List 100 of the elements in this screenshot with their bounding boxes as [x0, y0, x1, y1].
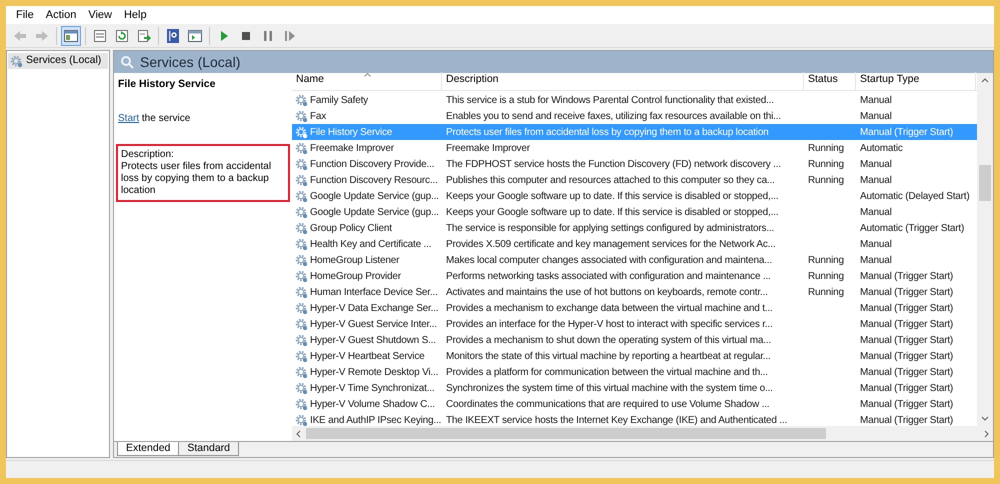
table-cell-text: Automatic (Delayed Start): [859, 190, 970, 204]
gear-icon: [295, 142, 308, 154]
table-row[interactable]: Google Update Service (gup... Keeps your Google software up to date. If this service is disabled or stopped,... Manual: [292, 204, 977, 220]
console-tree-button[interactable]: [61, 26, 81, 46]
table-cell-text: Manual (Trigger Start): [859, 334, 954, 348]
gear-icon: [295, 254, 308, 266]
table-row[interactable]: Google Update Service (gup... Keeps your Google software up to date. If this service is disabled or stopped,... Automatic (Delayed Start): [292, 188, 977, 204]
table-cell: Running: [808, 254, 844, 266]
gear-icon: [295, 94, 308, 106]
service-name: Group Policy Client: [310, 222, 392, 236]
horizontal-scrollbar[interactable]: [292, 426, 993, 441]
service-name: Health Key and Certificate ...: [310, 238, 432, 252]
gear-icon: [295, 286, 308, 298]
table-row[interactable]: IKE and AuthIP IPsec Keying... The IKEEXT service hosts the Internet Key Exchange (IKE) and Authenticated ... Manual (Trigger Start): [292, 412, 977, 428]
service-name: Hyper-V Guest Service Inter...: [310, 318, 437, 332]
gear-icon: [295, 206, 308, 218]
table-cell-text: Manual (Trigger Start): [859, 126, 954, 140]
column-header[interactable]: Description: [442, 72, 804, 90]
gear-icon: [295, 366, 308, 378]
console-tree-icon: [63, 28, 79, 44]
table-cell-text: Enables you to send and receive faxes, utilizing fax resources available on thi...: [445, 110, 782, 124]
table-cell-text: This service is a stub for Windows Parental Control functionality that existed...: [445, 94, 775, 108]
gear-icon: [295, 318, 308, 330]
table-cell-text: Manual: [859, 110, 893, 124]
vertical-scrollbar[interactable]: [977, 73, 993, 426]
table-cell-text: Manual (Trigger Start): [859, 382, 954, 396]
table-row[interactable]: Freemake Improver Freemake Improver Running Automatic: [292, 140, 977, 156]
table-row[interactable]: Hyper-V Remote Desktop Vi... Provides a platform for communication between the virtual machine and th... Manual (Trigger Start): [292, 364, 977, 380]
table-row[interactable]: Function Discovery Resourc... Publishes this computer and resources attached to this computer so they ca... Running Manual: [292, 172, 977, 188]
table-cell-text: Automatic (Trigger Start): [859, 222, 966, 236]
service-name: Fax: [310, 110, 326, 124]
view-tab[interactable]: Extended: [117, 442, 180, 456]
table-row[interactable]: Hyper-V Volume Shadow C... Coordinates the communications that are required to use Volume Shadow ... Manual (Trigger Start): [292, 396, 977, 412]
table-cell-text: The service is responsible for applying settings configured by administrators...: [445, 222, 776, 236]
scroll-thumb[interactable]: [306, 428, 826, 439]
service-name: Google Update Service (gup...: [310, 206, 439, 220]
description-text: Protects user files from accidental loss by copying them to a backup location: [121, 160, 272, 197]
table-cell-text: Provides an interface for the Hyper-V host to interact with specific services r...: [445, 318, 774, 332]
table-cell-text: Coordinates the communications that are required to use Volume Shadow ...: [445, 398, 770, 412]
panel-title: Services (Local): [140, 52, 240, 72]
gear-icon: [295, 270, 308, 282]
table-cell: Running: [808, 286, 844, 298]
table-cell-text: Monitors the state of this virtual machine by reporting a heartbeat at regular...: [445, 350, 772, 364]
table-cell-text: Manual: [859, 238, 893, 252]
view-tab[interactable]: Standard: [178, 442, 239, 456]
table-cell: Running: [808, 142, 844, 154]
column-header[interactable]: Startup Type: [856, 72, 976, 90]
table-row[interactable]: Health Key and Certificate ... Provides X.509 certificate and key management services for the Network Ac... Manual: [292, 236, 977, 252]
service-name: Function Discovery Provide...: [310, 158, 434, 172]
service-name: IKE and AuthIP IPsec Keying...: [310, 414, 442, 428]
table-cell-text: Manual (Trigger Start): [859, 398, 954, 412]
service-name: Hyper-V Data Exchange Ser...: [310, 302, 438, 316]
table-cell-text: Manual: [859, 206, 893, 220]
scroll-thumb[interactable]: [979, 165, 991, 201]
properties-icon: [92, 28, 108, 44]
table-row[interactable]: Hyper-V Data Exchange Ser... Provides a mechanism to exchange data between the virtual machine and t... Manual (Trigger Start): [292, 300, 977, 316]
gear-icon: [295, 398, 308, 410]
service-name: Hyper-V Volume Shadow C...: [310, 398, 435, 412]
table-cell-text: Keeps your Google software up to date. If this service is disabled or stopped,...: [445, 206, 780, 220]
scroll-down-icon[interactable]: [981, 416, 989, 422]
table-row[interactable]: Family Safety This service is a stub for Windows Parental Control functionality that existed... Manual: [292, 92, 977, 108]
gear-icon: [295, 126, 308, 138]
service-title: File History Service: [118, 77, 216, 92]
table-row[interactable]: Hyper-V Time Synchronizat... Synchronizes the system time of this virtual machine with the system time o... Manual (Trigger Start): [292, 380, 977, 396]
menu-item[interactable]: Help: [118, 6, 153, 24]
refresh-icon: [114, 28, 130, 44]
start-link[interactable]: Start: [118, 112, 140, 124]
table-row[interactable]: Human Interface Device Ser... Activates and maintains the use of hot buttons on keyboards, remote contr... Running Manual (Trigger Start): [292, 284, 977, 300]
scroll-left-icon[interactable]: [295, 430, 301, 438]
service-name: HomeGroup Listener: [310, 254, 400, 268]
gear-icon: [295, 350, 308, 362]
table-cell-text: The IKEEXT service hosts the Internet Key Exchange (IKE) and Authenticated ...: [445, 414, 788, 428]
scroll-right-icon[interactable]: [984, 430, 990, 438]
table-cell-text: Provides a mechanism to shut down the operating system of this virtual ma...: [445, 334, 772, 348]
service-name: Hyper-V Guest Shutdown S...: [310, 334, 436, 348]
table-row[interactable]: Hyper-V Heartbeat Service Monitors the state of this virtual machine by reporting a heartbeat at regular... Manual (Trigger Start): [292, 348, 977, 364]
table-cell-text: Manual: [859, 174, 893, 188]
scroll-up-icon[interactable]: [981, 77, 989, 83]
column-header[interactable]: Name: [292, 72, 442, 90]
table-cell-text: Manual (Trigger Start): [859, 414, 954, 428]
service-name: HomeGroup Provider: [310, 270, 401, 284]
gear-icon: [295, 158, 308, 170]
table-row[interactable]: Hyper-V Guest Shutdown S... Provides a mechanism to shut down the operating system of this virtual ma... Manual (Trigger Start): [292, 332, 977, 348]
action-pane-icon: [187, 28, 203, 44]
gear-icon: [295, 302, 308, 314]
table-row[interactable]: Group Policy Client The service is responsible for applying settings configured by administrators... Automatic (Trigger Start): [292, 220, 977, 236]
table-cell-text: Makes local computer changes associated with configuration and maintena...: [445, 254, 773, 268]
table-row[interactable]: HomeGroup Provider Performs networking tasks associated with configuration and maintenance ... Running Manual (Trigger Start): [292, 268, 977, 284]
table-row[interactable]: Function Discovery Provide... The FDPHOST service hosts the Function Discovery (FD) network discovery ... Running Manual: [292, 156, 977, 172]
table-cell-text: Automatic: [859, 142, 904, 156]
table-row[interactable]: Fax Enables you to send and receive faxes, utilizing fax resources available on thi... Manual: [292, 108, 977, 124]
table-row[interactable]: HomeGroup Listener Makes local computer changes associated with configuration and maintena... Running Manual: [292, 252, 977, 268]
table-cell-text: Manual (Trigger Start): [859, 366, 954, 380]
menu-item[interactable]: Action: [40, 6, 82, 24]
table-row[interactable]: Hyper-V Guest Service Inter... Provides an interface for the Hyper-V host to interact with specific services r... Manual (Trigger Start): [292, 316, 977, 332]
menu-item[interactable]: View: [82, 6, 118, 24]
tree-item[interactable]: Services (Local): [8, 53, 108, 69]
column-header[interactable]: Status: [804, 72, 856, 90]
menu-item[interactable]: File: [10, 6, 40, 24]
table-cell-text: Provides X.509 certificate and key management services for the Network Ac...: [445, 238, 776, 252]
